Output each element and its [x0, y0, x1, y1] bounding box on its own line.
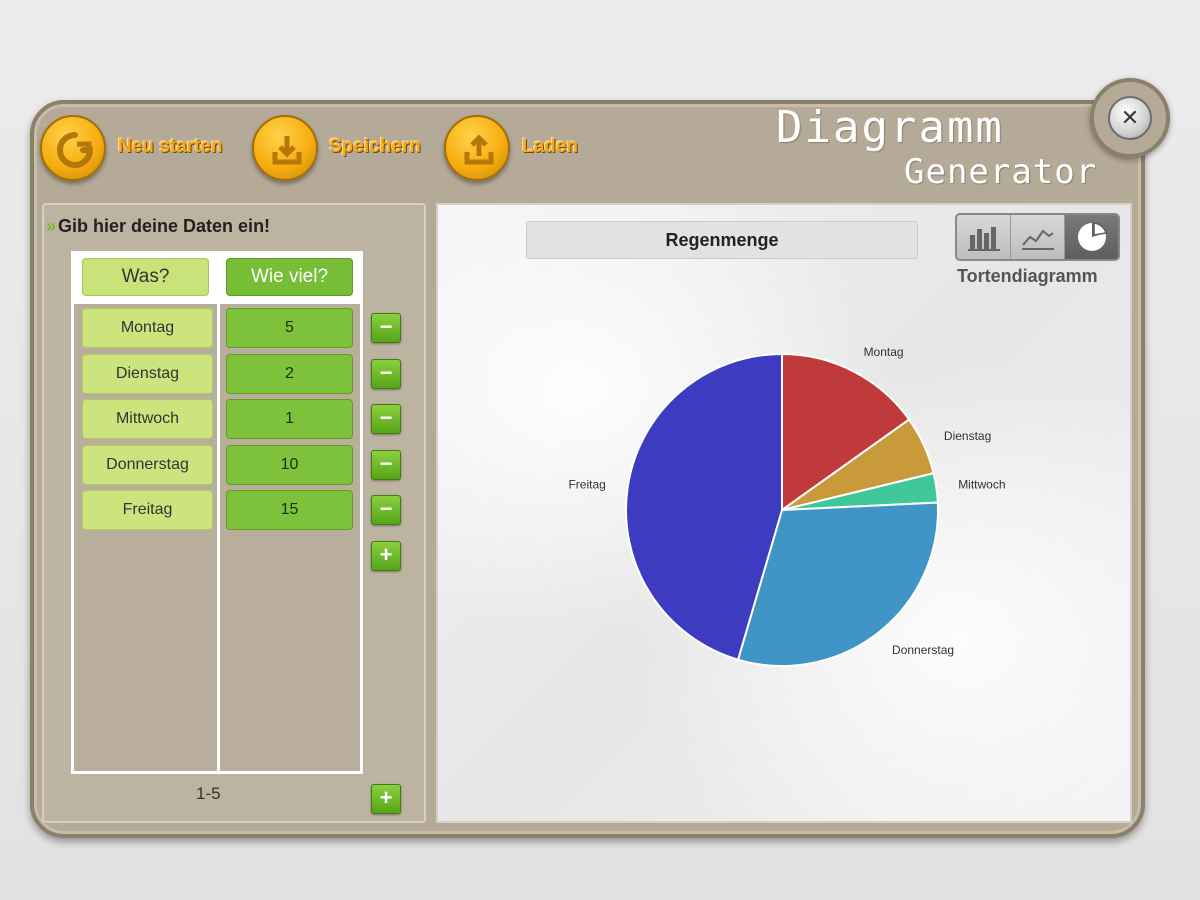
add-page-button[interactable]: + — [371, 784, 401, 814]
download-icon — [272, 136, 302, 165]
restart-icon — [57, 132, 94, 168]
remove-row-button[interactable]: − — [371, 495, 401, 525]
column-header-howmuch: Wie viel? — [226, 258, 353, 296]
restart-button[interactable] — [40, 115, 106, 181]
row-value-input[interactable]: 15 — [226, 490, 353, 530]
close-icon[interactable]: ✕ — [1108, 96, 1152, 140]
chart-type-selector — [955, 213, 1120, 261]
row-label-input[interactable]: Mittwoch — [82, 399, 213, 439]
pie-chart-icon — [1077, 222, 1107, 251]
line-chart-button[interactable] — [1011, 215, 1065, 259]
row-label-input[interactable]: Freitag — [82, 490, 213, 530]
bar-chart-button[interactable] — [957, 215, 1011, 259]
remove-row-button[interactable]: − — [371, 313, 401, 343]
pie-label-montag: Montag — [864, 345, 904, 359]
row-label-input[interactable]: Donnerstag — [82, 445, 213, 485]
pie-chart-button[interactable] — [1065, 215, 1118, 259]
row-value-input[interactable]: 10 — [226, 445, 353, 485]
add-row-button[interactable]: + — [371, 541, 401, 571]
app-subtitle: Generator — [904, 152, 1098, 192]
column-header-what: Was? — [82, 258, 209, 296]
app-title: Diagramm — [776, 102, 1004, 153]
save-label[interactable]: Speichern — [329, 136, 421, 158]
pie-chart: Montag Dienstag Mittwoch Donnerstag Freitag — [568, 345, 1006, 667]
pie-label-donnerstag: Donnerstag — [892, 643, 954, 657]
remove-row-button[interactable]: − — [371, 450, 401, 480]
close-button[interactable]: ✕ — [1090, 78, 1170, 158]
restart-label[interactable]: Neu starten — [118, 136, 223, 158]
double-chevron-icon: » — [46, 216, 56, 236]
load-button[interactable] — [444, 115, 510, 181]
row-value-input[interactable]: 2 — [226, 354, 353, 394]
chart-title-input[interactable]: Regenmenge — [526, 221, 918, 259]
line-chart-icon — [1021, 229, 1054, 250]
save-button[interactable] — [252, 115, 318, 181]
row-value-input[interactable]: 1 — [226, 399, 353, 439]
load-label[interactable]: Laden — [522, 136, 578, 158]
row-label-input[interactable]: Dienstag — [82, 354, 213, 394]
remove-row-button[interactable]: − — [371, 404, 401, 434]
remove-row-button[interactable]: − — [371, 359, 401, 389]
row-value-input[interactable]: 5 — [226, 308, 353, 348]
upload-icon — [464, 134, 494, 165]
pie-label-mittwoch: Mittwoch — [958, 478, 1005, 492]
instruction-text: Gib hier deine Daten ein! — [58, 216, 271, 236]
pie-label-freitag: Freitag — [568, 478, 605, 492]
row-label-input[interactable]: Montag — [82, 308, 213, 348]
data-instruction: » Gib hier deine Daten ein! — [46, 216, 270, 237]
pie-label-dienstag: Dienstag — [944, 429, 991, 443]
chart-type-label: Tortendiagramm — [957, 266, 1098, 286]
bar-chart-icon — [967, 227, 1000, 251]
column-divider — [217, 304, 220, 774]
page-indicator: 1-5 — [196, 784, 221, 803]
